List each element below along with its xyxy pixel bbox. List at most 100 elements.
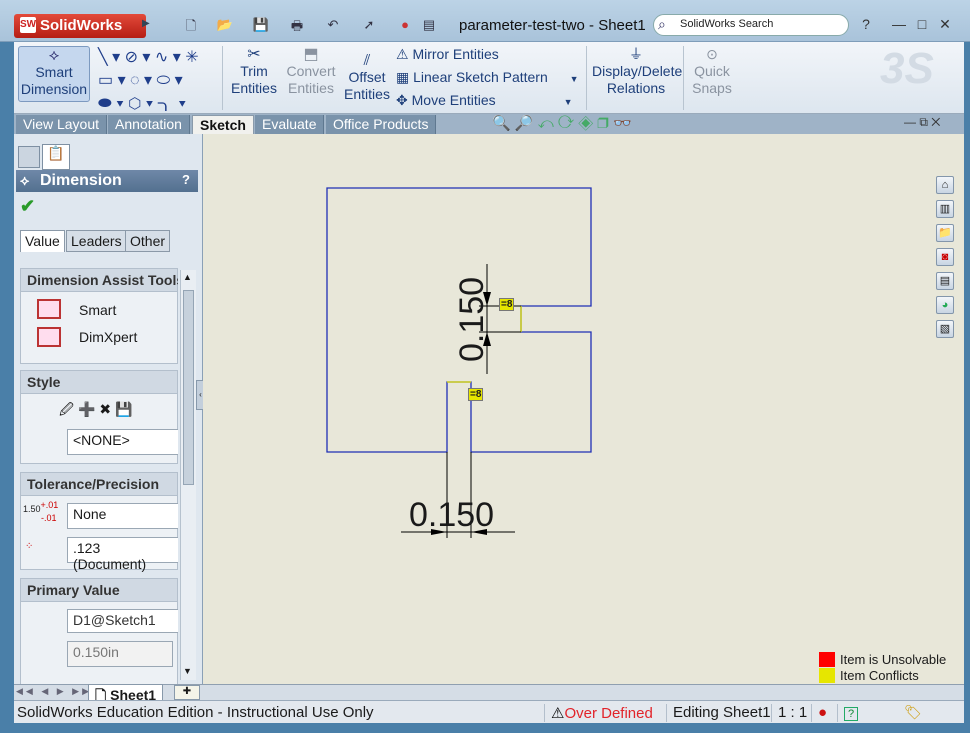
- status-bar: SolidWorks Education Edition - Instructi…: [14, 700, 964, 723]
- assist-tool-smart[interactable]: Smart: [79, 302, 116, 318]
- ribbon-separator: [683, 46, 684, 110]
- feature-manager-tab-icon[interactable]: [18, 146, 40, 168]
- scrollbar-thumb[interactable]: [183, 290, 194, 485]
- chevron-down-icon[interactable]: ▼: [564, 97, 573, 107]
- vertical-dimension-text[interactable]: 0.150: [453, 277, 492, 362]
- tab-annotation[interactable]: Annotation: [108, 115, 190, 134]
- new-document-icon[interactable]: 🗋: [182, 17, 200, 35]
- minimize-icon[interactable]: —: [888, 16, 910, 32]
- fillet-icon[interactable]: ╮: [158, 95, 174, 112]
- zoom-to-fit-icon[interactable]: 🔍: [492, 115, 511, 132]
- view-orientation-icon[interactable]: ❒: [597, 115, 608, 132]
- property-manager-scrollbar[interactable]: ▲ ▼: [180, 270, 196, 680]
- scale-status[interactable]: 1 : 1: [771, 704, 807, 722]
- style-save-icon[interactable]: 💾: [115, 401, 136, 417]
- over-defined-status[interactable]: ⚠Over Defined: [544, 704, 653, 722]
- help-button[interactable]: ?: [182, 172, 190, 187]
- style-select[interactable]: <NONE>: [67, 429, 178, 455]
- dimxpert-tool-icon[interactable]: [37, 327, 61, 347]
- slot-icon[interactable]: ⬬: [98, 95, 112, 112]
- arc-icon[interactable]: ◌: [130, 72, 140, 89]
- solidworks-menu-button[interactable]: SW SolidWorks: [14, 14, 146, 38]
- mirror-entities-button[interactable]: ⚠ Mirror Entities: [396, 46, 499, 63]
- search-input[interactable]: ⌕ SolidWorks Search: [653, 14, 849, 36]
- convert-entities-button[interactable]: ⬒ Convert Entities: [282, 46, 340, 97]
- graphics-area[interactable]: 0.150 0.150 =8 =8 ⌂ ▥ 📁 ◙ ▤ ◕ ▧ Item is …: [203, 134, 964, 684]
- smart-dimension-tool-icon[interactable]: [37, 299, 61, 319]
- quick-snaps-button[interactable]: ⊙ Quick Snaps: [688, 46, 736, 97]
- ellipse-icon[interactable]: ⬭: [156, 72, 170, 89]
- sheet-nav-arrows[interactable]: ◀◀ ◀ ▶ ▶▶: [16, 686, 92, 697]
- scroll-down-icon[interactable]: ▼: [183, 666, 192, 676]
- primary-value-name-field[interactable]: D1@Sketch1: [67, 609, 178, 633]
- scroll-up-icon[interactable]: ▲: [183, 272, 192, 282]
- tab-other[interactable]: Other: [125, 230, 171, 252]
- style-edit-icon[interactable]: 🖉: [59, 401, 78, 417]
- close-icon[interactable]: ✕: [934, 16, 956, 33]
- previous-view-icon[interactable]: ⤺: [538, 115, 554, 132]
- circle-icon[interactable]: ⊘: [125, 49, 138, 66]
- save-icon[interactable]: 💾: [252, 17, 270, 35]
- tab-evaluate[interactable]: Evaluate: [255, 115, 325, 134]
- tag-icon[interactable]: 🏷: [904, 704, 922, 721]
- equal-relation-badge-1[interactable]: =8: [499, 298, 515, 311]
- horizontal-dimension-text[interactable]: 0.150: [409, 496, 494, 535]
- dimension-icon: ⟡: [20, 172, 30, 188]
- display-style-icon[interactable]: ◈: [578, 115, 593, 132]
- viewport-close-icon[interactable]: ✕: [931, 115, 940, 129]
- equal-relation-badge-2[interactable]: =8: [468, 388, 484, 401]
- tolerance-type-select[interactable]: None: [67, 503, 178, 529]
- print-icon[interactable]: 🖶: [288, 17, 306, 35]
- line-icon[interactable]: ╲: [98, 49, 108, 66]
- file-explorer-icon[interactable]: 📁: [936, 224, 954, 242]
- ok-checkmark-button[interactable]: ✔: [20, 196, 35, 217]
- tab-sketch[interactable]: Sketch: [192, 115, 254, 134]
- point-icon[interactable]: ✳: [185, 49, 198, 66]
- hide-show-icon[interactable]: 👓: [613, 115, 632, 132]
- appearances-icon[interactable]: ◕: [936, 296, 954, 314]
- rectangle-icon[interactable]: ▭: [98, 72, 113, 89]
- precision-select[interactable]: .123 (Document): [67, 537, 178, 572]
- display-delete-relations-button[interactable]: ⏚ Display/Delete Relations: [592, 46, 682, 97]
- tab-leaders[interactable]: Leaders: [66, 230, 127, 252]
- tab-value[interactable]: Value: [20, 230, 65, 252]
- sheet-tab[interactable]: 🗋 Sheet1: [88, 684, 164, 703]
- viewport-restore-icon[interactable]: ⧉: [919, 115, 928, 129]
- primary-value-field[interactable]: 0.150in: [67, 641, 173, 667]
- add-sheet-icon[interactable]: ✚: [174, 685, 200, 700]
- spline-icon[interactable]: ∿: [155, 49, 168, 66]
- rebuild-icon[interactable]: ⟳: [558, 115, 574, 132]
- options-icon[interactable]: ▤: [420, 17, 438, 35]
- home-icon[interactable]: ⌂: [936, 176, 954, 194]
- help-status[interactable]: ?: [837, 704, 858, 722]
- custom-properties-icon[interactable]: ▧: [936, 320, 954, 338]
- rebuild-status-icon[interactable]: ●: [811, 704, 827, 722]
- design-library-icon[interactable]: ▥: [936, 200, 954, 218]
- style-delete-icon[interactable]: ✖: [99, 401, 115, 417]
- move-entities-button[interactable]: ✥ Move Entities ▼: [396, 92, 572, 109]
- rebuild-traffic-light-icon[interactable]: ●: [396, 17, 414, 35]
- maximize-icon[interactable]: □: [911, 16, 933, 32]
- help-menu-icon[interactable]: ?: [855, 16, 877, 32]
- linear-sketch-pattern-button[interactable]: ▦ Linear Sketch Pattern ▼: [396, 69, 579, 86]
- offset-entities-button[interactable]: ⫽ Offset Entities: [342, 52, 392, 103]
- chevron-down-icon[interactable]: ▼: [570, 74, 579, 84]
- property-manager-panel: 📋 ⟡ Dimension ? ✔ Value Leaders Other Di…: [14, 134, 205, 684]
- select-cursor-icon[interactable]: ➚: [360, 17, 378, 35]
- trim-entities-button[interactable]: ✂ Trim Entities: [227, 46, 281, 97]
- zoom-to-area-icon[interactable]: 🔎: [515, 115, 534, 132]
- edition-text: SolidWorks Education Edition - Instructi…: [17, 704, 374, 721]
- polygon-icon[interactable]: ⬡: [128, 95, 141, 112]
- search-results-icon[interactable]: ◙: [936, 248, 954, 266]
- menu-expand-icon[interactable]: ▶: [142, 18, 150, 29]
- assist-tool-dimxpert[interactable]: DimXpert: [79, 329, 137, 345]
- property-manager-tab-icon[interactable]: 📋: [42, 144, 70, 170]
- smart-dimension-button[interactable]: ⟡ Smart Dimension: [18, 46, 90, 102]
- tab-office-products[interactable]: Office Products: [326, 115, 437, 134]
- viewport-minimize-icon[interactable]: —: [904, 115, 916, 129]
- open-folder-icon[interactable]: 📂: [216, 17, 234, 35]
- style-add-icon[interactable]: ➕: [78, 401, 99, 417]
- tab-view-layout[interactable]: View Layout: [16, 115, 108, 134]
- undo-icon[interactable]: ↶: [324, 17, 342, 35]
- view-palette-icon[interactable]: ▤: [936, 272, 954, 290]
